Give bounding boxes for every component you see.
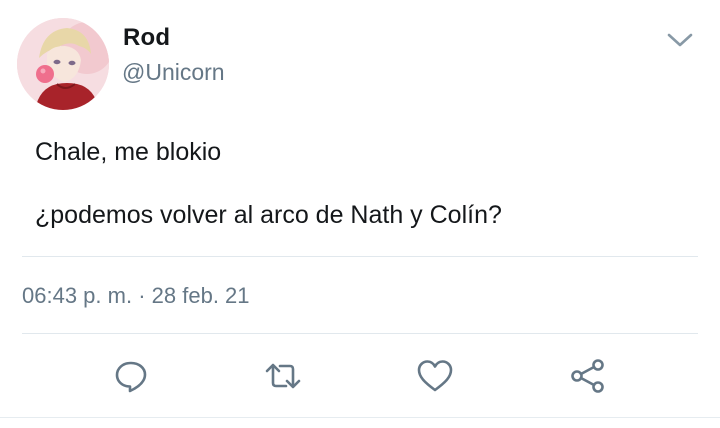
share-icon: [571, 359, 604, 393]
tweet-time[interactable]: 06:43 p. m.: [22, 283, 132, 308]
like-button[interactable]: [415, 356, 455, 396]
share-button[interactable]: [568, 356, 608, 396]
reply-button[interactable]: [111, 356, 151, 396]
more-options-button[interactable]: [664, 26, 696, 54]
tweet-text-line: Chale, me blokio: [35, 138, 222, 166]
heart-icon: [417, 360, 453, 392]
avatar-image: [17, 18, 109, 110]
avatar[interactable]: [17, 18, 109, 110]
display-name[interactable]: Rod: [123, 24, 170, 52]
tweet-card: Rod @Unicorn Chale, me blokio ¿podemos v…: [0, 0, 720, 428]
user-handle[interactable]: @Unicorn: [122, 59, 225, 86]
retweet-icon: [265, 363, 301, 389]
reply-icon: [115, 361, 147, 393]
meta-separator: ·: [138, 283, 146, 308]
tweet-timestamp: 06:43 p. m. · 28 feb. 21: [22, 283, 250, 309]
tweet-date[interactable]: 28 feb. 21: [152, 283, 250, 308]
divider: [0, 417, 720, 418]
tweet-text-line: ¿podemos volver al arco de Nath y Colín?: [35, 201, 502, 229]
retweet-button[interactable]: [263, 356, 303, 396]
divider: [22, 333, 698, 334]
divider: [22, 256, 698, 257]
chevron-down-icon: [667, 33, 693, 47]
